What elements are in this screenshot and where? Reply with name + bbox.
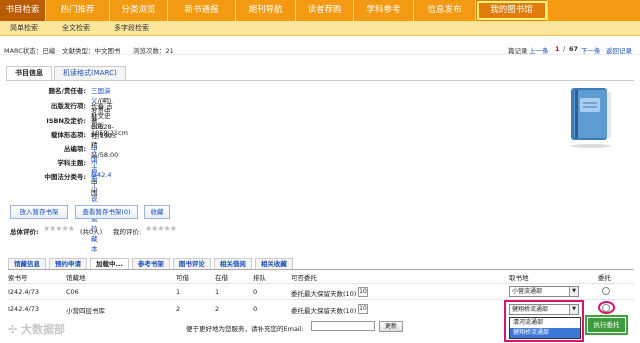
field-label: 题名/责任者:	[48, 87, 86, 95]
tab-divider	[6, 80, 634, 81]
tab-book-reviews[interactable]: 图书评论	[172, 258, 211, 269]
field-label: ISBN及定价:	[46, 117, 86, 125]
row2-days-input[interactable]: 10	[358, 304, 368, 314]
row1-entrust-radio[interactable]	[602, 287, 610, 295]
radio-highlight-oval	[598, 301, 615, 314]
row2-call-number: I242.4/73	[8, 305, 39, 313]
row1-days-input[interactable]: 10	[358, 287, 368, 297]
email-prompt: 便于更好地为您服务，请补充您的Email:	[186, 325, 304, 333]
header-divider	[8, 283, 634, 284]
holdings-tabs: 馆藏信息 预约申请 加载中... 参考书架 图书评论 相关借阅 相关收藏	[8, 258, 296, 269]
pickup-highlight-box	[504, 300, 584, 342]
row1-on-loan: 1	[215, 288, 220, 296]
row1-available: 1	[176, 288, 181, 296]
nav-reader-recommend[interactable]: 读者荐购	[296, 0, 354, 21]
row1-entrust-text: 委托最大保留天数(10)	[291, 290, 357, 298]
field-label: 出版发行项:	[50, 102, 86, 110]
email-input[interactable]	[311, 321, 375, 331]
view-count: 浏览次数：21	[133, 47, 174, 55]
subnav-multifield-search[interactable]: 多字段检索	[114, 23, 149, 33]
nav-subject-reference[interactable]: 学科参考	[354, 0, 414, 21]
holdings-tab-divider	[8, 269, 634, 270]
nav-journal-nav[interactable]: 期刊导航	[236, 0, 296, 21]
row2-entrust-text: 委托最大保留天数(10)	[291, 307, 357, 315]
row2-on-loan: 2	[215, 305, 220, 313]
my-rating-label: 我的评价:	[113, 228, 142, 236]
total-records: 67	[569, 45, 579, 53]
field-label: 载体形态项:	[50, 131, 86, 139]
subnav-simple-search[interactable]: 简单检索	[10, 23, 38, 33]
tab-reference-shelf[interactable]: 参考书架	[131, 258, 170, 269]
record-info-bar: MARC状态：已编 文献类型：中文图书 浏览次数：21 篇记录 上一条 1 / …	[0, 41, 640, 55]
subnav-fulltext-search[interactable]: 全文检索	[62, 23, 90, 33]
chevron-down-icon: ▼	[569, 287, 578, 296]
col-on-loan: 在借	[215, 274, 228, 282]
doc-type: 文献类型：中文图书	[62, 47, 121, 55]
col-available: 可借	[176, 274, 189, 282]
col-location: 馆藏地	[66, 274, 86, 282]
tab-marc[interactable]: 机读格式(MARC)	[54, 66, 126, 80]
current-record: 1	[555, 45, 560, 53]
book-cover-icon	[565, 84, 617, 150]
next-record-link[interactable]: 下一条	[581, 45, 601, 55]
record-sep: /	[563, 45, 566, 53]
row1-call-number: I242.4/73	[8, 288, 39, 296]
row2-queue: 0	[253, 305, 258, 313]
col-entrust: 委托	[598, 274, 611, 282]
col-pickup: 取书地	[509, 274, 529, 282]
row2-available: 2	[176, 305, 181, 313]
col-call-number: 索书号	[8, 274, 28, 282]
update-email-button[interactable]: 更新	[379, 321, 403, 332]
row1-queue: 0	[253, 288, 258, 296]
execute-entrust-button[interactable]: 执行委托	[588, 318, 625, 332]
add-to-shelf-button[interactable]: 放入暂存书架	[10, 205, 68, 219]
detail-tabs: 书目信息 机读格式(MARC)	[6, 66, 128, 80]
field-label: 丛编项:	[63, 145, 86, 153]
tab-holdings[interactable]: 馆藏信息	[8, 258, 46, 269]
nav-my-library[interactable]: 我的图书馆	[476, 0, 548, 21]
watermark-icon: ✣	[8, 323, 22, 336]
prev-record-link[interactable]: 上一条	[529, 45, 549, 55]
col-entrust-allowed: 可否委托	[291, 274, 317, 282]
row1-pickup-select[interactable]: 小营流通部 ▼	[509, 286, 579, 297]
row1-pickup-value: 小营流通部	[512, 288, 543, 295]
field-label: 中图法分类号:	[44, 173, 86, 181]
record-nav-label: 篇记录	[508, 47, 528, 55]
view-shelf-button[interactable]: 查看暂存书架(0)	[75, 205, 138, 219]
nav-info-publish[interactable]: 信息发布	[414, 0, 476, 21]
classification-link[interactable]: I242.4	[91, 171, 112, 179]
nav-bibliographic-search[interactable]: 书目检索	[0, 0, 46, 21]
row1-location: C06	[66, 288, 79, 296]
total-rating-stars: ★★★★★	[43, 224, 75, 233]
marc-status: MARC状态：已编	[4, 47, 56, 55]
tab-loading[interactable]: 加载中...	[90, 258, 129, 269]
watermark-logo: ✣ 大数据部	[8, 321, 65, 337]
back-to-list-link[interactable]: 返回记录	[606, 45, 632, 55]
total-rating-count: (共0人)	[80, 228, 103, 236]
tab-related-borrowing[interactable]: 相关借阅	[213, 258, 252, 269]
sub-nav: 简单检索 全文检索 多字段检索	[0, 21, 640, 36]
row2-location: 小营四层书库	[66, 307, 105, 315]
col-queue: 排队	[253, 274, 266, 282]
tab-reservation[interactable]: 预约申请	[49, 258, 87, 269]
my-rating-stars[interactable]: ★★★★★	[145, 224, 177, 233]
tab-related-favorites[interactable]: 相关收藏	[254, 258, 293, 269]
top-nav: 书目检索 热门推荐 分类浏览 新书通报 期刊导航 读者荐购 学科参考 信息发布 …	[0, 0, 640, 21]
tab-bib-info[interactable]: 书目信息	[6, 66, 52, 80]
nav-category-browse[interactable]: 分类浏览	[110, 0, 168, 21]
total-rating-label: 总体评价:	[10, 228, 39, 236]
field-value: 1059;21cm	[91, 129, 128, 137]
nav-new-books[interactable]: 新书通报	[168, 0, 236, 21]
favorite-button[interactable]: 收藏	[144, 205, 170, 219]
watermark-text: 大数据部	[21, 323, 66, 336]
field-label: 学科主题:	[57, 159, 86, 167]
nav-hot-recommend[interactable]: 热门推荐	[46, 0, 110, 21]
